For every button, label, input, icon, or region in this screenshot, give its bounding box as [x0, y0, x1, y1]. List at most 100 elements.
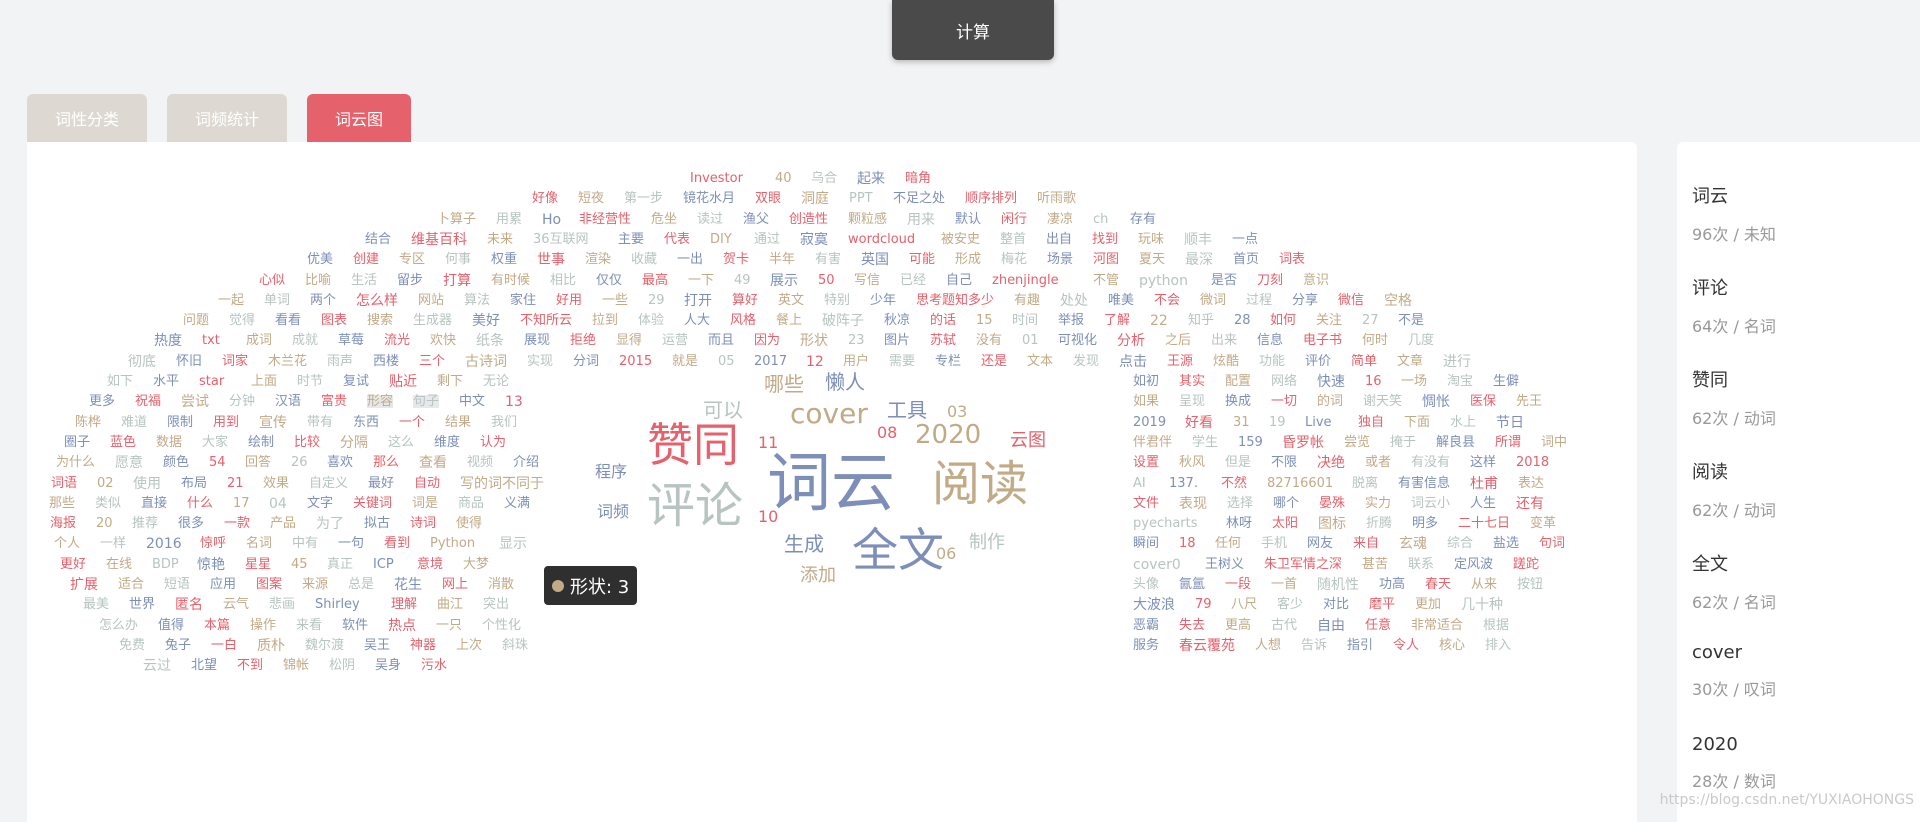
- cloud-word[interactable]: 人想: [1255, 639, 1281, 652]
- cloud-word[interactable]: 世界: [129, 598, 155, 611]
- cloud-word[interactable]: 看看: [275, 314, 301, 327]
- cloud-word[interactable]: 打算: [443, 274, 471, 288]
- cloud-word[interactable]: 有害信息: [1398, 477, 1450, 490]
- cloud-word[interactable]: 不到: [237, 659, 263, 672]
- cloud-word[interactable]: 哪些: [764, 374, 804, 394]
- cloud-word[interactable]: 这么: [388, 436, 414, 449]
- cloud-word[interactable]: 什么: [187, 497, 213, 510]
- cloud-word[interactable]: 怎么样: [356, 294, 398, 308]
- cloud-word[interactable]: 自定义: [309, 477, 348, 490]
- cloud-word[interactable]: 微信: [1338, 294, 1364, 307]
- cloud-word[interactable]: 04: [269, 497, 287, 511]
- cloud-word[interactable]: 网站: [418, 294, 444, 307]
- cloud-word[interactable]: 所谓: [1495, 436, 1521, 449]
- cloud-word[interactable]: 三个: [419, 355, 445, 368]
- cloud-word[interactable]: 图表: [321, 314, 347, 327]
- cloud-word[interactable]: 恶霸: [1133, 619, 1159, 632]
- cloud-word[interactable]: 18: [1179, 537, 1196, 550]
- cloud-word[interactable]: 雨声: [327, 355, 353, 368]
- cloud-word[interactable]: 玩味: [1138, 233, 1164, 246]
- cloud-word[interactable]: 问题: [183, 314, 209, 327]
- cloud-word[interactable]: 点击: [1119, 355, 1147, 369]
- cloud-word[interactable]: 13: [505, 395, 523, 409]
- cloud-word[interactable]: 算好: [732, 294, 758, 307]
- cloud-word[interactable]: 快速: [1317, 375, 1345, 389]
- cloud-word[interactable]: 图标: [1318, 517, 1346, 531]
- cloud-word[interactable]: 结合: [365, 233, 391, 246]
- cloud-word[interactable]: 少年: [870, 294, 896, 307]
- cloud-word[interactable]: 任何: [1215, 537, 1241, 550]
- cloud-word[interactable]: 这样: [1470, 456, 1496, 469]
- cloud-word[interactable]: 文件: [1133, 497, 1159, 510]
- cloud-word[interactable]: 联系: [1408, 558, 1434, 571]
- cloud-word[interactable]: 一白: [211, 639, 237, 652]
- cloud-word[interactable]: 朱卫军情之深: [1264, 558, 1342, 571]
- cloud-word[interactable]: 成词: [246, 334, 272, 347]
- cloud-word[interactable]: 图案: [256, 578, 282, 591]
- cloud-word[interactable]: 权重: [491, 253, 517, 266]
- cloud-word[interactable]: 不是: [1398, 314, 1424, 327]
- cloud-word[interactable]: 综合: [1447, 537, 1473, 550]
- cloud-word[interactable]: 还有: [1516, 497, 1544, 511]
- cloud-word[interactable]: 哪个: [1273, 497, 1299, 510]
- cloud-word[interactable]: 陈桦: [75, 416, 101, 429]
- cloud-word[interactable]: 惆怅: [1422, 395, 1450, 409]
- cloud-word[interactable]: ch: [1093, 213, 1108, 226]
- cloud-word[interactable]: 算法: [464, 294, 490, 307]
- cloud-word[interactable]: 2019: [1133, 416, 1166, 429]
- cloud-word[interactable]: 27: [1362, 314, 1379, 327]
- cloud-word[interactable]: 纸条: [476, 334, 504, 348]
- cloud-word[interactable]: 顺丰: [1184, 233, 1212, 247]
- cloud-word[interactable]: 觉得: [229, 314, 255, 327]
- cloud-word[interactable]: 生成: [784, 534, 824, 554]
- cloud-word[interactable]: 最深: [1185, 253, 1213, 267]
- cloud-word[interactable]: 一个: [399, 416, 425, 429]
- cloud-word[interactable]: 形状: [800, 334, 828, 348]
- cloud-word[interactable]: 不足之处: [893, 192, 945, 205]
- cloud-word[interactable]: 如何: [1270, 314, 1296, 327]
- cloud-word[interactable]: 林呀: [1226, 517, 1252, 530]
- cloud-word[interactable]: 下面: [1404, 416, 1430, 429]
- cloud-word[interactable]: 功高: [1379, 578, 1405, 591]
- cloud-word[interactable]: 愿意: [115, 456, 143, 470]
- cloud-word[interactable]: 54: [209, 456, 226, 469]
- cloud-word[interactable]: 词云: [767, 452, 895, 516]
- cloud-word[interactable]: 半年: [769, 253, 795, 266]
- cloud-word[interactable]: 是否: [1211, 274, 1237, 287]
- cloud-word[interactable]: 杜甫: [1470, 477, 1498, 491]
- cloud-word[interactable]: 自己: [946, 274, 972, 287]
- cloud-word[interactable]: 2017: [754, 355, 787, 368]
- cloud-word[interactable]: 更高: [1225, 619, 1251, 632]
- cloud-word[interactable]: 贴近: [389, 375, 417, 389]
- cloud-word[interactable]: 英文: [778, 294, 804, 307]
- cloud-word[interactable]: 大梦: [463, 558, 489, 571]
- cloud-word[interactable]: 扩展: [70, 578, 98, 592]
- cloud-word[interactable]: 风格: [730, 314, 756, 327]
- cloud-word[interactable]: 医保: [1470, 395, 1496, 408]
- cloud-word[interactable]: 木兰花: [268, 355, 307, 368]
- cloud-word[interactable]: 热点: [388, 619, 416, 633]
- cloud-word[interactable]: 03: [947, 404, 967, 420]
- cloud-word[interactable]: 怎么办: [99, 619, 138, 632]
- cloud-word[interactable]: 一款: [224, 517, 250, 530]
- cloud-word[interactable]: 王树义: [1205, 558, 1244, 571]
- cloud-word[interactable]: 意境: [417, 558, 443, 571]
- cloud-word[interactable]: 信息: [1257, 334, 1283, 347]
- cloud-word[interactable]: BDP: [152, 558, 179, 571]
- cloud-word[interactable]: 用来: [907, 213, 935, 227]
- cloud-word[interactable]: txt: [202, 334, 220, 347]
- cloud-word[interactable]: 太阳: [1272, 517, 1298, 530]
- cloud-word[interactable]: 功能: [1259, 355, 1285, 368]
- cloud-word[interactable]: 软件: [342, 619, 368, 632]
- cloud-word[interactable]: 关键词: [353, 497, 392, 510]
- cloud-word[interactable]: 两个: [310, 294, 336, 307]
- cloud-word[interactable]: 不限: [1271, 456, 1297, 469]
- cloud-word[interactable]: 程序: [595, 464, 627, 480]
- cloud-word[interactable]: 搜索: [367, 314, 393, 327]
- cloud-word[interactable]: 北望: [191, 659, 217, 672]
- cloud-word[interactable]: 顺序排列: [965, 192, 1017, 205]
- cloud-word[interactable]: 松阴: [329, 659, 355, 672]
- cloud-word[interactable]: 设置: [1133, 456, 1159, 469]
- cloud-word[interactable]: 一段: [1225, 578, 1251, 591]
- cloud-word[interactable]: 不会: [1154, 294, 1180, 307]
